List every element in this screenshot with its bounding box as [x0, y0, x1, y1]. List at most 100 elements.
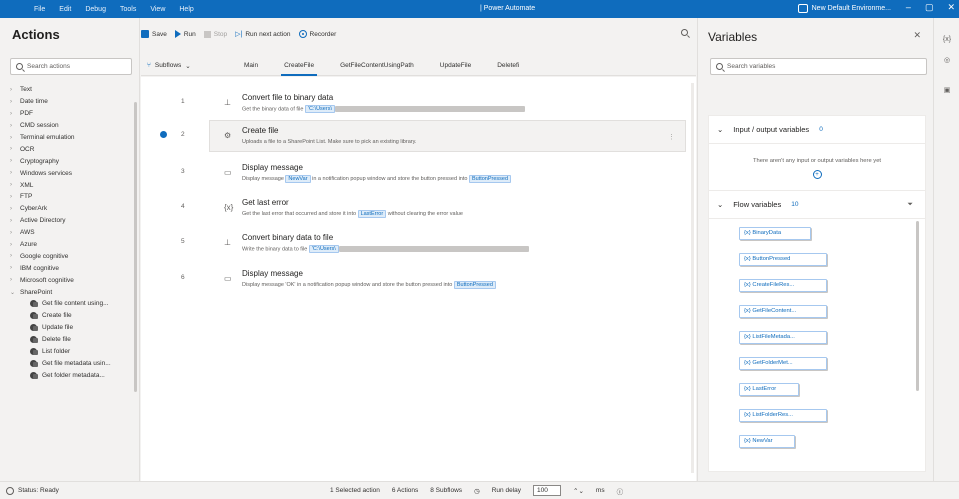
flow-step[interactable]: 6 ▭ Display message Display message 'OK'… — [141, 263, 686, 295]
tab-deletefile[interactable]: Deletefi — [484, 56, 532, 76]
flow-step[interactable]: 5 ⊥ Convert binary data to file Write th… — [141, 227, 686, 259]
menu-view[interactable]: View — [150, 6, 165, 13]
menu-file[interactable]: File — [34, 6, 45, 13]
variable-chip[interactable]: {x} ButtonPressed — [739, 253, 827, 266]
category-label: Text — [20, 86, 32, 94]
step-title: Display message — [242, 163, 303, 172]
actions-scrollbar[interactable] — [134, 102, 137, 392]
tab-label: CreateFile — [284, 62, 315, 69]
add-icon[interactable]: + — [812, 170, 822, 179]
action-create-file[interactable]: Create file — [10, 310, 136, 322]
action-get-folder-metadata[interactable]: Get folder metadata... — [10, 369, 136, 381]
subflows-dropdown[interactable]: ⑂ Subflows ⌄ — [141, 62, 231, 70]
category-text[interactable]: › Text — [10, 84, 136, 96]
stop-label: Stop — [213, 30, 228, 38]
variables-icon[interactable]: {x} — [942, 36, 952, 46]
category-label: SharePoint — [20, 288, 53, 296]
category-aws[interactable]: › AWS — [10, 227, 136, 239]
menu-help[interactable]: Help — [179, 6, 193, 13]
filter-icon[interactable]: ⏷ — [907, 201, 913, 209]
save-button[interactable]: Save — [141, 30, 167, 38]
category-cmd-session[interactable]: › CMD session — [10, 120, 136, 132]
environment-picker[interactable]: New Default Environme... — [797, 4, 891, 13]
flow-step[interactable]: 3 ▭ Display message Display message NewV… — [141, 157, 686, 189]
category-ibm-cognitive[interactable]: › IBM cognitive — [10, 262, 136, 274]
step-number: 3 — [181, 168, 185, 175]
variables-scrollbar[interactable] — [916, 221, 919, 391]
step-card[interactable]: {x} Get last error Get the last error th… — [209, 192, 686, 224]
stepper-icon[interactable]: ⌃⌄ — [573, 487, 584, 495]
chevron-right-icon: › — [10, 98, 12, 105]
run-button[interactable]: Run — [174, 30, 196, 38]
action-get-file-content[interactable]: Get file content using... — [10, 298, 136, 310]
minimize-icon[interactable]: – — [906, 2, 911, 13]
variable-chip[interactable]: {x} CreateFileRes... — [739, 279, 827, 292]
action-update-file[interactable]: Update file — [10, 322, 136, 334]
flow-step[interactable]: 2 ⚙ Create file Uploads a file to a Shar… — [141, 120, 686, 152]
category-sharepoint[interactable]: ⌄ SharePoint — [10, 286, 136, 298]
menu-tools[interactable]: Tools — [120, 6, 136, 13]
menu-debug[interactable]: Debug — [85, 6, 106, 13]
more-options-icon[interactable]: ⋮ — [668, 133, 675, 141]
close-window-icon[interactable]: ✕ — [947, 2, 955, 13]
tab-createfile[interactable]: CreateFile — [271, 56, 327, 76]
ui-elements-icon[interactable]: ◎ — [942, 56, 952, 66]
run-next-action-button[interactable]: ▷| Run next action — [235, 30, 290, 39]
category-terminal-emulation[interactable]: › Terminal emulation — [10, 132, 136, 144]
category-ocr[interactable]: › OCR — [10, 143, 136, 155]
category-ftp[interactable]: › FTP — [10, 191, 136, 203]
category-windows-services[interactable]: › Windows services — [10, 167, 136, 179]
category-date-time[interactable]: › Date time — [10, 96, 136, 108]
stop-button[interactable]: Stop — [203, 30, 228, 38]
chevron-down-icon: ⌄ — [185, 62, 191, 70]
step-card[interactable]: ⊥ Convert binary data to file Write the … — [209, 227, 686, 259]
category-label: Azure — [20, 241, 37, 249]
category-microsoft-cognitive[interactable]: › Microsoft cognitive — [10, 274, 136, 286]
category-cyberark[interactable]: › CyberArk — [10, 203, 136, 215]
step-card[interactable]: ▭ Display message Display message NewVar… — [209, 157, 686, 189]
tab-updatefile[interactable]: UpdateFile — [427, 56, 484, 76]
action-get-file-metadata[interactable]: Get file metadata usin... — [10, 357, 136, 369]
step-card[interactable]: ⚙ Create file Uploads a file to a ShareP… — [209, 120, 686, 152]
variable-chip[interactable]: {x} ListFileMetada... — [739, 331, 827, 344]
variable-chip[interactable]: {x} GetFileContent... — [739, 305, 827, 318]
variable-chip[interactable]: {x} NewVar — [739, 435, 795, 448]
search-icon[interactable] — [681, 29, 688, 36]
maximize-icon[interactable]: ▢ — [925, 2, 934, 13]
flow-step[interactable]: 4 {x} Get last error Get the last error … — [141, 192, 686, 224]
category-cryptography[interactable]: › Cryptography — [10, 155, 136, 167]
sharepoint-icon: ⚙ — [224, 131, 232, 140]
run-delay-input[interactable]: 100 — [533, 485, 562, 496]
action-delete-file[interactable]: Delete file — [10, 334, 136, 346]
category-xml[interactable]: › XML — [10, 179, 136, 191]
variable-chip[interactable]: {x} GetFolderMet... — [739, 357, 827, 370]
close-icon[interactable]: ✕ — [913, 30, 921, 41]
tab-getfilecontentusingpath[interactable]: GetFileContentUsingPath — [327, 56, 427, 76]
variable-chip[interactable]: {x} BinaryData — [739, 227, 811, 240]
category-active-directory[interactable]: › Active Directory — [10, 215, 136, 227]
breakpoint-icon[interactable] — [160, 131, 167, 138]
menu-edit[interactable]: Edit — [59, 6, 71, 13]
tab-main[interactable]: Main — [231, 56, 271, 76]
status-bar: Status: Ready 1 Selected action 6 Action… — [0, 481, 959, 499]
step-card[interactable]: ⊥ Convert file to binary data Get the bi… — [209, 87, 686, 119]
chevron-right-icon: › — [10, 86, 12, 93]
flow-scrollbar[interactable] — [691, 83, 694, 473]
category-google-cognitive[interactable]: › Google cognitive — [10, 250, 136, 262]
save-label: Save — [152, 30, 167, 38]
variable-chip[interactable]: {x} ListFolderRes... — [739, 409, 827, 422]
step-card[interactable]: ▭ Display message Display message 'OK' i… — [209, 263, 686, 295]
variable-chip[interactable]: {x} LastError — [739, 383, 799, 396]
flow-variables-header[interactable]: ⌄ Flow variables 10 — [709, 191, 925, 219]
category-pdf[interactable]: › PDF — [10, 108, 136, 120]
info-icon[interactable]: ⓘ — [617, 486, 624, 496]
actions-search-input[interactable]: Search actions — [10, 58, 132, 75]
recorder-button[interactable]: Recorder — [298, 30, 336, 38]
images-icon[interactable]: ▣ — [942, 86, 952, 96]
io-variables-header[interactable]: ⌄ Input / output variables 0 — [709, 116, 925, 144]
flow-step[interactable]: 1 ⊥ Convert file to binary data Get the … — [141, 87, 686, 119]
variables-search-input[interactable]: Search variables — [710, 58, 927, 75]
action-list-folder[interactable]: List folder — [10, 346, 136, 358]
category-azure[interactable]: › Azure — [10, 239, 136, 251]
chevron-right-icon: › — [10, 158, 12, 165]
